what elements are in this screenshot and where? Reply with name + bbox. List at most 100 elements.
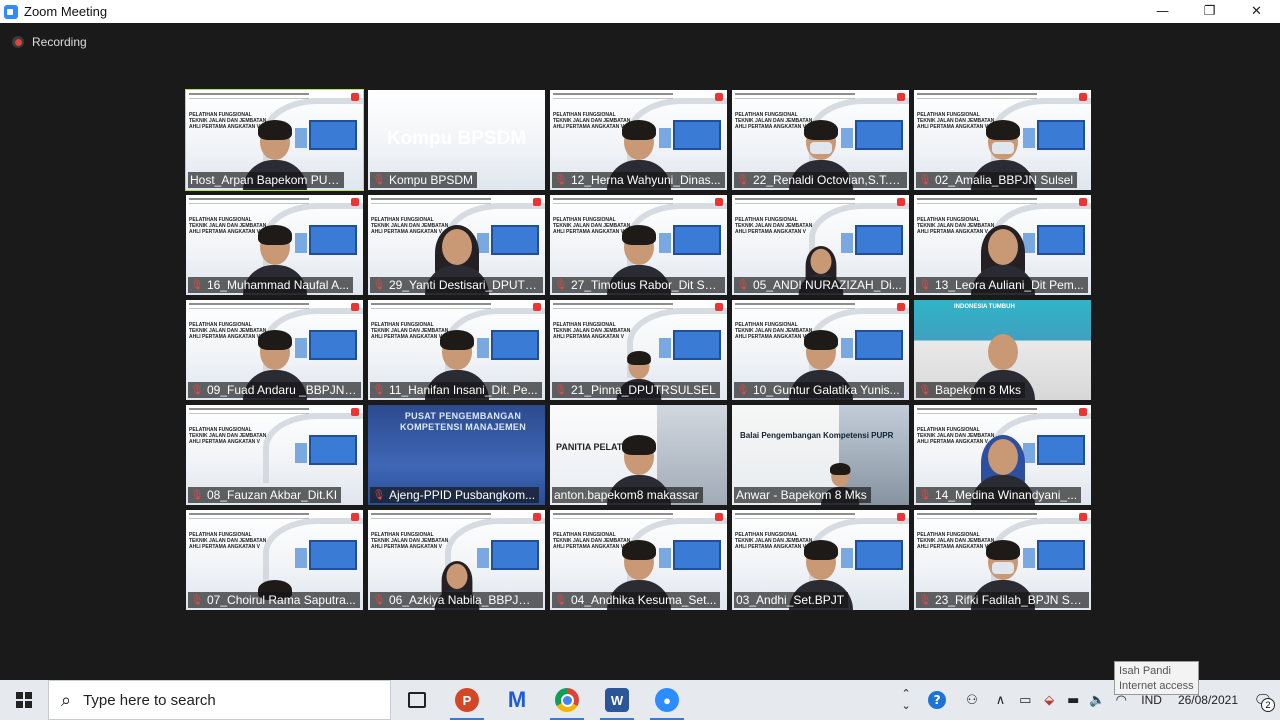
pupr-logo-icon bbox=[351, 303, 359, 311]
participant-tile[interactable]: PUSAT PENGEMBANGAN KOMPETENSI MANAJEMEN 🎙… bbox=[368, 405, 545, 505]
m-app-taskbar-button[interactable]: M bbox=[492, 680, 542, 720]
participant-name: 09_Fuad Andaru _BBPJN J... bbox=[207, 383, 357, 397]
slide-screen-graphic bbox=[1023, 435, 1085, 465]
minimize-button[interactable]: — bbox=[1139, 0, 1186, 23]
participant-tile[interactable]: PELATIHAN FUNGSIONAL TEKNIK JALAN DAN JE… bbox=[368, 195, 545, 295]
windows-logo-icon bbox=[16, 692, 32, 708]
participant-name: Host_Arpan Bapekom PUPR ... bbox=[190, 173, 340, 187]
battery-icon[interactable]: ▬ bbox=[1061, 680, 1085, 720]
participant-name: Bapekom 8 Mks bbox=[935, 383, 1022, 397]
participant-name: 03_Andhi_Set.BPJT bbox=[736, 593, 845, 607]
pupr-logo-icon bbox=[897, 198, 905, 206]
participant-nameplate: 🎙 29_Yanti Destisari_DPUTR... bbox=[370, 277, 543, 293]
participant-name: 23_Rifki Fadilah_BPJN Sul... bbox=[935, 593, 1085, 607]
participant-nameplate: 🎙 14_Medina Winandyani_... bbox=[916, 487, 1082, 503]
participant-tile[interactable]: PELATIHAN FUNGSIONAL TEKNIK JALAN DAN JE… bbox=[732, 90, 909, 190]
participant-tile[interactable]: PELATIHAN FUNGSIONAL TEKNIK JALAN DAN JE… bbox=[914, 405, 1091, 505]
tooltip-line2: Internet access bbox=[1119, 680, 1194, 692]
volume-icon[interactable]: 🔈 bbox=[1085, 680, 1109, 720]
face bbox=[987, 334, 1018, 370]
m-app-icon: M bbox=[507, 687, 527, 712]
participant-tile[interactable]: PANITIA PELATIHAN anton.bapekom8 makassar bbox=[550, 405, 727, 505]
restore-button[interactable]: ❐ bbox=[1186, 0, 1233, 23]
participant-nameplate: 🎙 11_Hanifan Insani_Dit. Pe... bbox=[370, 382, 542, 398]
participant-nameplate: 🎙 Ajeng-PPID Pusbangkom... bbox=[370, 487, 540, 503]
help-icon: ? bbox=[928, 691, 947, 709]
hair bbox=[985, 540, 1020, 560]
muted-mic-icon: 🎙 bbox=[918, 489, 932, 501]
notification-center-button[interactable]: 🗨 2 bbox=[1246, 680, 1280, 720]
participant-tile[interactable]: PELATIHAN FUNGSIONAL TEKNIK JALAN DAN JE… bbox=[732, 195, 909, 295]
slide-header bbox=[189, 513, 309, 519]
muted-mic-icon: 🎙 bbox=[554, 174, 568, 186]
participant-tile[interactable]: PELATIHAN FUNGSIONAL TEKNIK JALAN DAN JE… bbox=[732, 510, 909, 610]
tooltip-line1: Isah Pandi bbox=[1119, 665, 1171, 677]
participant-tile[interactable]: PELATIHAN FUNGSIONAL TEKNIK JALAN DAN JE… bbox=[914, 195, 1091, 295]
muted-mic-icon: 🎙 bbox=[372, 594, 386, 606]
participant-name: 16_Muhammad Naufal A... bbox=[207, 278, 350, 292]
participant-tile[interactable]: PELATIHAN FUNGSIONAL TEKNIK JALAN DAN JE… bbox=[186, 195, 363, 295]
close-button[interactable]: ✕ bbox=[1233, 0, 1280, 23]
participant-name: 27_Timotius Rabor_Dit SS... bbox=[571, 278, 721, 292]
participant-tile[interactable]: PELATIHAN FUNGSIONAL TEKNIK JALAN DAN JE… bbox=[368, 300, 545, 400]
slide-header bbox=[189, 93, 309, 99]
people-icon[interactable]: ⚇ bbox=[956, 680, 988, 720]
participant-tile[interactable]: PELATIHAN FUNGSIONAL TEKNIK JALAN DAN JE… bbox=[550, 195, 727, 295]
pupr-logo-icon bbox=[1079, 198, 1087, 206]
dropbox-icon[interactable]: ⬙ bbox=[1037, 680, 1061, 720]
participant-tile[interactable]: Balai Pengembangan Kompetensi PUPR Anwar … bbox=[732, 405, 909, 505]
participant-tile[interactable]: PELATIHAN FUNGSIONAL TEKNIK JALAN DAN JE… bbox=[914, 90, 1091, 190]
hair bbox=[803, 540, 838, 560]
participant-tile[interactable]: PELATIHAN FUNGSIONAL TEKNIK JALAN DAN JE… bbox=[186, 510, 363, 610]
participant-tile[interactable]: Kompu BPSDM 🎙 Kompu BPSDM bbox=[368, 90, 545, 190]
hair bbox=[621, 225, 656, 245]
slide-screen-graphic bbox=[841, 225, 903, 255]
tile-display-name: Kompu BPSDM bbox=[386, 128, 527, 149]
participant-tile[interactable]: PELATIHAN FUNGSIONAL TEKNIK JALAN DAN JE… bbox=[914, 510, 1091, 610]
slide-screen-graphic bbox=[1023, 120, 1085, 150]
taskbar-search-box[interactable]: ⌕ Type here to search bbox=[48, 680, 391, 720]
slide-title: PELATIHAN FUNGSIONAL TEKNIK JALAN DAN JE… bbox=[371, 532, 449, 550]
slide-header bbox=[917, 513, 1037, 519]
participant-tile[interactable]: PELATIHAN FUNGSIONAL TEKNIK JALAN DAN JE… bbox=[368, 510, 545, 610]
tray-scroll[interactable]: ⌃ ⌄ bbox=[894, 680, 918, 720]
participant-tile[interactable]: PELATIHAN FUNGSIONAL TEKNIK JALAN DAN JE… bbox=[732, 300, 909, 400]
participant-tile[interactable]: PELATIHAN FUNGSIONAL TEKNIK JALAN DAN JE… bbox=[186, 300, 363, 400]
slide-screen-graphic bbox=[295, 120, 357, 150]
meet-now-icon[interactable]: ▭ bbox=[1013, 680, 1037, 720]
slide-header bbox=[553, 303, 673, 309]
slide-screen-graphic bbox=[841, 330, 903, 360]
participant-nameplate: 🎙 07_Choirul Rama Saputra... bbox=[188, 592, 360, 608]
show-hidden-icons-button[interactable]: ∧ bbox=[988, 680, 1014, 720]
participant-name: 29_Yanti Destisari_DPUTR... bbox=[389, 278, 539, 292]
muted-mic-icon: 🎙 bbox=[918, 279, 932, 291]
window-titlebar: Zoom Meeting — ❐ ✕ bbox=[0, 0, 1280, 23]
participant-tile[interactable]: PELATIHAN FUNGSIONAL TEKNIK JALAN DAN JE… bbox=[185, 89, 364, 191]
word-taskbar-button[interactable]: W bbox=[592, 680, 642, 720]
participant-name: 05_ANDI NURAZIZAH_Di... bbox=[753, 278, 902, 292]
task-view-taskbar-button[interactable] bbox=[392, 680, 442, 720]
muted-mic-icon: 🎙 bbox=[736, 279, 750, 291]
start-button[interactable] bbox=[0, 680, 48, 720]
chrome-taskbar-button[interactable] bbox=[542, 680, 592, 720]
slide-screen-graphic bbox=[841, 540, 903, 570]
participant-tile[interactable]: PELATIHAN FUNGSIONAL TEKNIK JALAN DAN JE… bbox=[186, 405, 363, 505]
recording-indicator[interactable]: Recording bbox=[12, 35, 87, 49]
participant-tile[interactable]: INDONESIA TUMBUH 🎙 Bapekom 8 Mks bbox=[914, 300, 1091, 400]
powerpoint-taskbar-button[interactable]: P bbox=[442, 680, 492, 720]
zoom-taskbar-button[interactable]: ● bbox=[642, 680, 692, 720]
slide-header bbox=[553, 198, 673, 204]
slide-screen-graphic bbox=[477, 225, 539, 255]
window-title: Zoom Meeting bbox=[24, 4, 108, 19]
participant-nameplate: 🎙 27_Timotius Rabor_Dit SS... bbox=[552, 277, 725, 293]
muted-mic-icon: 🎙 bbox=[372, 489, 386, 501]
pupr-logo-icon bbox=[533, 198, 541, 206]
chrome-icon bbox=[555, 688, 579, 712]
slide-screen-graphic bbox=[295, 540, 357, 570]
help-button[interactable]: ? bbox=[918, 680, 956, 720]
slide-screen-graphic bbox=[841, 120, 903, 150]
participant-tile[interactable]: PELATIHAN FUNGSIONAL TEKNIK JALAN DAN JE… bbox=[550, 300, 727, 400]
participant-tile[interactable]: PELATIHAN FUNGSIONAL TEKNIK JALAN DAN JE… bbox=[550, 510, 727, 610]
participant-tile[interactable]: PELATIHAN FUNGSIONAL TEKNIK JALAN DAN JE… bbox=[550, 90, 727, 190]
participant-nameplate: 🎙 05_ANDI NURAZIZAH_Di... bbox=[734, 277, 906, 293]
